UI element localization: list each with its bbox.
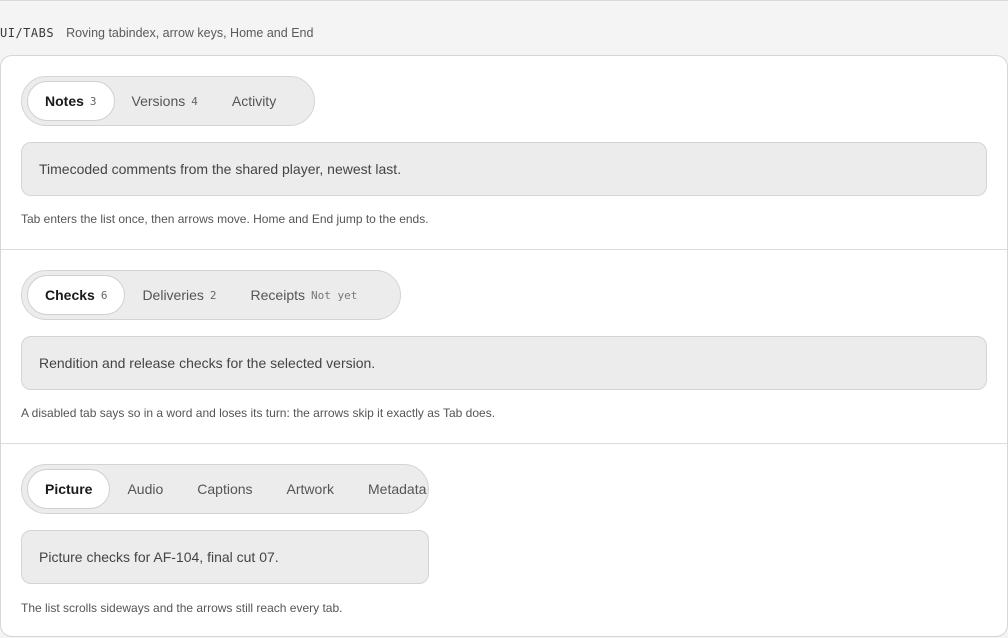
tab-label: Artwork	[286, 481, 334, 497]
hint-text: Tab enters the list once, then arrows mo…	[21, 212, 429, 226]
page: UI/TABS Roving tabindex, arrow keys, Hom…	[0, 0, 1008, 638]
tab-panel-checks: Rendition and release checks for the sel…	[21, 336, 987, 390]
component-subtitle: Roving tabindex, arrow keys, Home and En…	[66, 26, 314, 40]
tab-label: Captions	[197, 481, 253, 497]
tab-count: 2	[209, 288, 217, 302]
tab-audio[interactable]: Audio	[110, 469, 180, 509]
tab-activity[interactable]: Activity	[215, 81, 293, 121]
tab-panel-picture: Picture checks for AF-104, final cut 07.	[21, 530, 429, 584]
tab-count: 4	[191, 94, 198, 108]
section-checks: Checks 6 Deliveries 2 Receipts Not yet R…	[1, 250, 1007, 444]
tab-panel-notes: Timecoded comments from the shared playe…	[21, 142, 987, 196]
tablist-checks: Checks 6 Deliveries 2 Receipts Not yet	[21, 270, 401, 320]
tab-label: Notes	[45, 93, 84, 109]
section-picture: Picture Audio Captions Artwork Metadata …	[1, 444, 1007, 636]
tab-count: 3	[89, 94, 97, 108]
tab-count: 6	[100, 288, 108, 302]
tab-label: Versions	[131, 93, 186, 109]
hint-text: The list scrolls sideways and the arrows…	[21, 601, 343, 615]
tab-versions[interactable]: Versions 4	[115, 81, 215, 121]
demo-card: Notes 3 Versions 4 Activity Timecoded co…	[0, 55, 1008, 637]
tab-label: Receipts	[250, 287, 305, 303]
tab-label: Picture	[45, 481, 93, 497]
tab-captions[interactable]: Captions	[180, 469, 269, 509]
tab-metadata[interactable]: Metadata	[351, 469, 428, 509]
disabled-badge: Not yet	[311, 288, 358, 302]
tab-label: Activity	[231, 93, 277, 109]
section-notes: Notes 3 Versions 4 Activity Timecoded co…	[1, 56, 1007, 250]
tablist-notes: Notes 3 Versions 4 Activity	[21, 76, 315, 126]
tablist-scrollable[interactable]: Picture Audio Captions Artwork Metadata	[21, 464, 429, 514]
hint-text: A disabled tab says so in a word and los…	[21, 406, 496, 420]
component-code: UI/TABS	[0, 26, 55, 40]
tab-receipts-disabled: Receipts Not yet	[234, 275, 375, 315]
tab-picture[interactable]: Picture	[27, 469, 111, 509]
tab-label: Metadata	[368, 481, 427, 497]
tab-deliveries[interactable]: Deliveries 2	[125, 275, 233, 315]
tab-artwork[interactable]: Artwork	[270, 469, 351, 509]
header: UI/TABS Roving tabindex, arrow keys, Hom…	[0, 24, 313, 42]
tab-label: Deliveries	[142, 287, 204, 303]
tab-checks[interactable]: Checks 6	[27, 275, 126, 315]
tab-label: Checks	[45, 287, 95, 303]
tab-notes[interactable]: Notes 3	[27, 81, 115, 121]
tab-label: Audio	[127, 481, 164, 497]
